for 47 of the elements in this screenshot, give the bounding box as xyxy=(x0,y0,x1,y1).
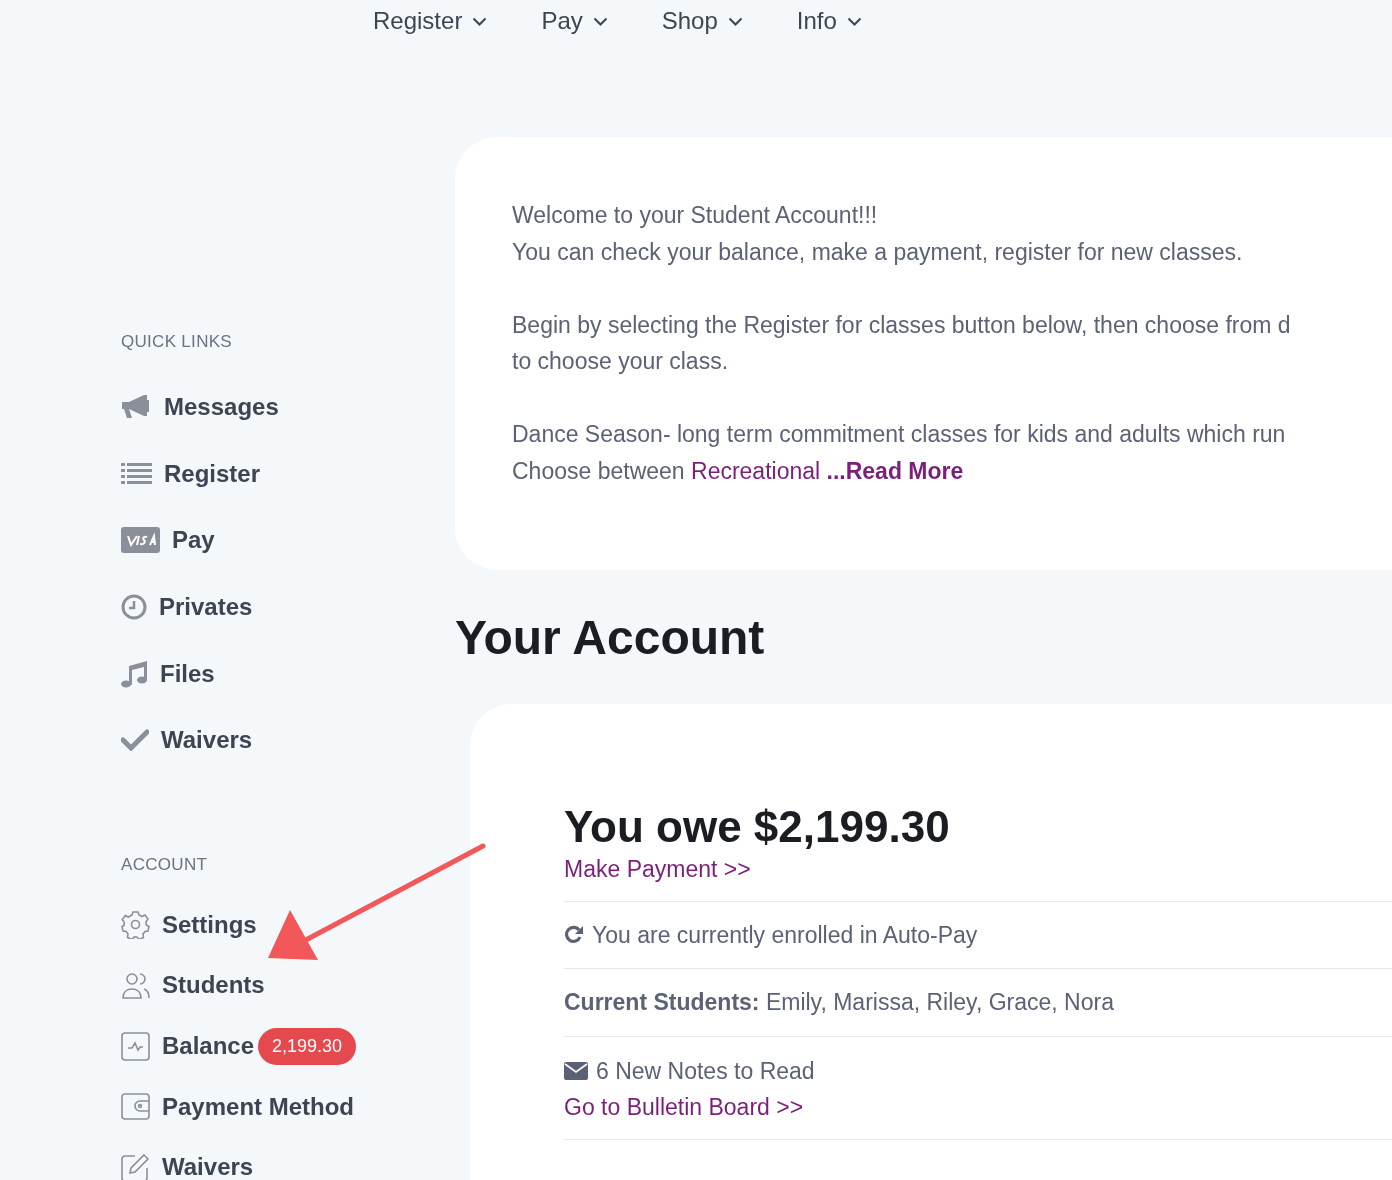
new-notes-count: 6 New Notes to Read xyxy=(596,1056,815,1086)
nav-menu-link[interactable]: Pay xyxy=(541,3,608,39)
section-heading: ACCOUNT xyxy=(121,853,209,876)
page-heading: Your Account xyxy=(455,610,766,666)
sidebar-link[interactable]: Messages xyxy=(164,389,279,426)
welcome-text: Dance Season- long term commitment classes for kids and adults which run Choose between Recreational ...Read More xyxy=(512,420,1287,486)
read-more-link[interactable]: ...Read More xyxy=(826,457,964,484)
welcome-text: Begin by selecting the Register for classes button below, then choose from d to choose your class. xyxy=(512,310,1292,376)
list-icon xyxy=(121,462,152,485)
amount-owed: You owe $2,199.30 xyxy=(564,802,951,852)
card-icon xyxy=(121,527,160,554)
chevron-down-icon xyxy=(846,16,862,26)
nav-menu-link[interactable]: Register xyxy=(373,3,488,39)
sidebar-link[interactable]: Students xyxy=(162,967,265,1004)
music-note-icon xyxy=(121,659,148,688)
bulletin-board-link[interactable]: Go to Bulletin Board >> xyxy=(564,1093,804,1120)
chevron-down-icon xyxy=(592,16,608,26)
pencil-square-icon xyxy=(121,1152,150,1180)
sidebar-link[interactable]: Payment Method xyxy=(162,1088,355,1125)
chevron-down-icon xyxy=(727,16,743,26)
sidebar-link[interactable]: Waivers xyxy=(162,1149,254,1180)
sidebar-link[interactable]: Settings xyxy=(162,906,257,943)
current-students: Current Students: Emily, Marissa, Riley, Grace, Nora xyxy=(564,988,1114,1017)
megaphone-icon xyxy=(121,394,152,421)
sidebar-link[interactable]: Pay xyxy=(172,522,215,559)
nav-menu-link[interactable]: Info xyxy=(796,3,862,39)
sidebar-link[interactable]: Register xyxy=(164,455,261,492)
welcome-text: Welcome to your Student Account!!! You can check your balance, make a payment, register for new classes. xyxy=(512,201,1244,267)
balance-badge: 2,199.30 xyxy=(258,1027,357,1065)
sidebar-link[interactable]: Waivers xyxy=(161,722,253,759)
gear-icon xyxy=(121,910,150,940)
text-link[interactable]: Recreational xyxy=(691,457,821,484)
people-icon xyxy=(121,970,150,1000)
make-payment-link[interactable]: Make Payment >> xyxy=(564,856,751,882)
wallet-icon xyxy=(121,1093,150,1121)
nav-menu-link[interactable]: Shop xyxy=(661,3,743,39)
section-heading: QUICK LINKS xyxy=(121,331,233,353)
checkmark-icon xyxy=(121,729,149,752)
chart-icon xyxy=(121,1031,150,1061)
sidebar-link[interactable]: Balance xyxy=(162,1028,255,1065)
envelope-icon xyxy=(564,1061,588,1080)
refresh-icon xyxy=(564,924,584,945)
sidebar-link[interactable]: Files xyxy=(160,655,215,692)
clock-icon xyxy=(121,594,147,621)
sidebar-link[interactable]: Privates xyxy=(159,589,253,626)
autopay-status: You are currently enrolled in Auto-Pay xyxy=(592,920,978,950)
chevron-down-icon xyxy=(472,16,488,26)
